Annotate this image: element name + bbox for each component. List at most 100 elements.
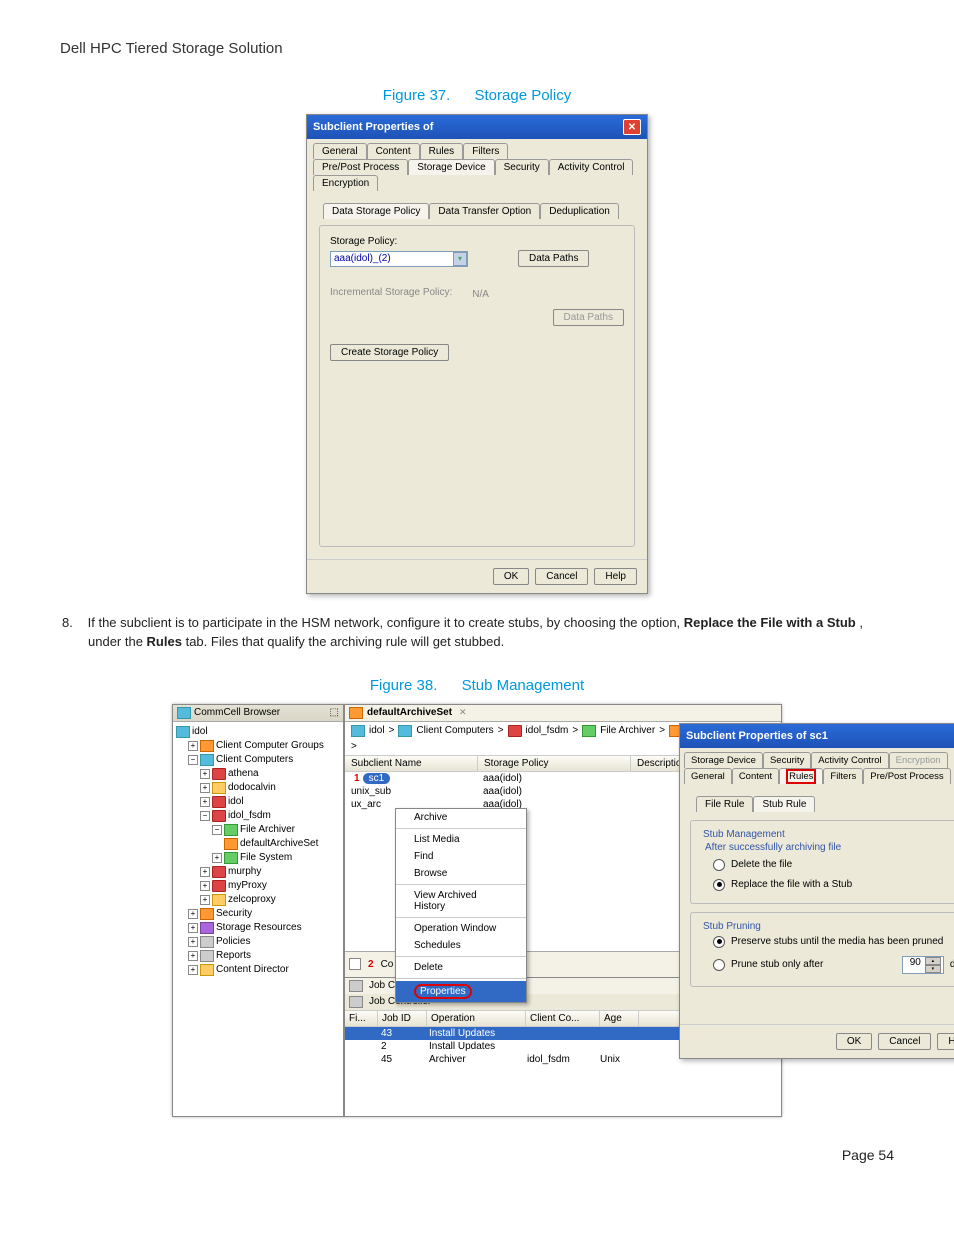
cancel-button[interactable]: Cancel [878, 1033, 931, 1050]
tree-idol[interactable]: +idol [176, 795, 340, 809]
pin-icon[interactable]: ⬚ [330, 707, 339, 718]
tree-zelcoproxy[interactable]: +zelcoproxy [176, 893, 340, 907]
dialog-titlebar[interactable]: Subclient Properties of ✕ [307, 115, 647, 139]
close-tab-icon[interactable]: ✕ [459, 707, 467, 718]
tab-encryption[interactable]: Encryption [313, 175, 378, 191]
help-button[interactable]: Help [594, 568, 637, 585]
tab2-rules[interactable]: Rules [779, 768, 823, 784]
menu-delete[interactable]: Delete [396, 959, 526, 976]
col-storage-policy[interactable]: Storage Policy [478, 756, 631, 771]
tree-murphy[interactable]: +murphy [176, 865, 340, 879]
tree-ccg[interactable]: +Client Computer Groups [176, 739, 340, 753]
opt-preserve-stubs[interactable]: Preserve stubs until the media has been … [699, 932, 954, 952]
radio-icon[interactable] [713, 879, 725, 891]
cell-sc1[interactable]: sc1 [363, 773, 391, 784]
tree-policies[interactable]: +Policies [176, 935, 340, 949]
tree-idol-fsdm[interactable]: −idol_fsdm [176, 809, 340, 823]
tree-default-archiveset[interactable]: defaultArchiveSet [176, 837, 340, 851]
expand-icon[interactable]: + [200, 783, 210, 793]
tree-file-archiver[interactable]: −File Archiver [176, 823, 340, 837]
spin-down-icon[interactable]: ▾ [925, 965, 941, 973]
jcol-jobid[interactable]: Job ID [378, 1011, 427, 1026]
menu-operation-window[interactable]: Operation Window [396, 920, 526, 937]
jcol-fi[interactable]: Fi... [345, 1011, 378, 1026]
tree-reports[interactable]: +Reports [176, 949, 340, 963]
expand-icon[interactable]: + [188, 923, 198, 933]
expand-icon[interactable]: + [200, 881, 210, 891]
tree-storage-resources[interactable]: +Storage Resources [176, 921, 340, 935]
tab-rules[interactable]: Rules [420, 143, 464, 159]
tab-prepost[interactable]: Pre/Post Process [313, 159, 408, 175]
data-paths-button[interactable]: Data Paths [518, 250, 589, 267]
bc-idolfsdm[interactable]: idol_fsdm [526, 725, 569, 736]
expand-icon[interactable]: + [200, 769, 210, 779]
expand-icon[interactable]: + [200, 895, 210, 905]
menu-properties[interactable]: Properties [396, 981, 526, 1002]
expand-icon[interactable]: + [212, 853, 222, 863]
opt-delete-file[interactable]: Delete the file [699, 855, 954, 875]
opt-replace-stub[interactable]: Replace the file with a Stub [699, 875, 954, 895]
chevron-down-icon[interactable]: ▾ [453, 252, 467, 266]
tree-content-director[interactable]: +Content Director [176, 963, 340, 977]
radio-icon[interactable] [713, 959, 725, 971]
tab2-content[interactable]: Content [732, 768, 779, 784]
dialog2-titlebar[interactable]: Subclient Properties of sc1 ✕ [680, 724, 954, 748]
collapse-icon[interactable]: − [212, 825, 222, 835]
tree-security[interactable]: +Security [176, 907, 340, 921]
commcell-browser-header[interactable]: CommCell Browser ⬚ [173, 705, 343, 722]
tab-activity-control[interactable]: Activity Control [549, 159, 634, 175]
create-storage-policy-button[interactable]: Create Storage Policy [330, 344, 449, 361]
tree-myproxy[interactable]: +myProxy [176, 879, 340, 893]
expand-icon[interactable]: + [188, 951, 198, 961]
close-icon[interactable]: ✕ [623, 119, 641, 135]
menu-browse[interactable]: Browse [396, 865, 526, 882]
calendar-icon[interactable] [349, 958, 361, 970]
tab2-general[interactable]: General [684, 768, 732, 784]
expand-icon[interactable]: + [188, 937, 198, 947]
tree-file-system[interactable]: +File System [176, 851, 340, 865]
tab2-filters[interactable]: Filters [823, 768, 863, 784]
storage-policy-combo[interactable]: aaa(idol)_(2) ▾ [330, 251, 468, 267]
context-menu[interactable]: Archive List Media Find Browse View Arch… [395, 808, 527, 1003]
menu-find[interactable]: Find [396, 848, 526, 865]
calendar-tab[interactable]: Co [381, 959, 394, 970]
cancel-button[interactable]: Cancel [535, 568, 588, 585]
collapse-icon[interactable]: − [188, 755, 198, 765]
tree-dodocalvin[interactable]: +dodocalvin [176, 781, 340, 795]
subtab2-stub-rule[interactable]: Stub Rule [753, 796, 815, 812]
tab-content[interactable]: Content [367, 143, 420, 159]
expand-icon[interactable]: + [188, 909, 198, 919]
tab-general[interactable]: General [313, 143, 367, 159]
radio-icon[interactable] [713, 936, 725, 948]
tab2-activity[interactable]: Activity Control [811, 752, 888, 768]
expand-icon[interactable]: + [200, 797, 210, 807]
tree-cc[interactable]: −Client Computers [176, 753, 340, 767]
tab-filters[interactable]: Filters [463, 143, 508, 159]
tab-security[interactable]: Security [495, 159, 549, 175]
tab2-encryption[interactable]: Encryption [889, 752, 948, 768]
subtab-data-transfer[interactable]: Data Transfer Option [429, 203, 540, 219]
expand-icon[interactable]: + [200, 867, 210, 877]
tab-storage-device[interactable]: Storage Device [408, 159, 494, 175]
days-spinner[interactable]: 90 ▴▾ [902, 956, 944, 974]
tab-defaultarchiveset[interactable]: defaultArchiveSet [367, 707, 452, 718]
tab2-security[interactable]: Security [763, 752, 811, 768]
expand-icon[interactable]: + [188, 965, 198, 975]
expand-icon[interactable]: + [188, 741, 198, 751]
menu-schedules[interactable]: Schedules [396, 937, 526, 954]
help-button[interactable]: Help [937, 1033, 954, 1050]
tab2-prepost[interactable]: Pre/Post Process [863, 768, 950, 784]
tree-athena[interactable]: +athena [176, 767, 340, 781]
ok-button[interactable]: OK [493, 568, 529, 585]
jcol-op[interactable]: Operation [427, 1011, 526, 1026]
subtab-data-storage-policy[interactable]: Data Storage Policy [323, 203, 429, 219]
bc-clients[interactable]: Client Computers [416, 725, 493, 736]
menu-list-media[interactable]: List Media [396, 831, 526, 848]
opt-prune-after[interactable]: Prune stub only after 90 ▴▾ days [699, 952, 954, 978]
collapse-icon[interactable]: − [200, 811, 210, 821]
jcol-age[interactable]: Age [600, 1011, 639, 1026]
spin-up-icon[interactable]: ▴ [925, 957, 941, 965]
subtab-dedup[interactable]: Deduplication [540, 203, 619, 219]
tab2-storage-device[interactable]: Storage Device [684, 752, 763, 768]
menu-view-archived-history[interactable]: View Archived History [396, 887, 526, 915]
